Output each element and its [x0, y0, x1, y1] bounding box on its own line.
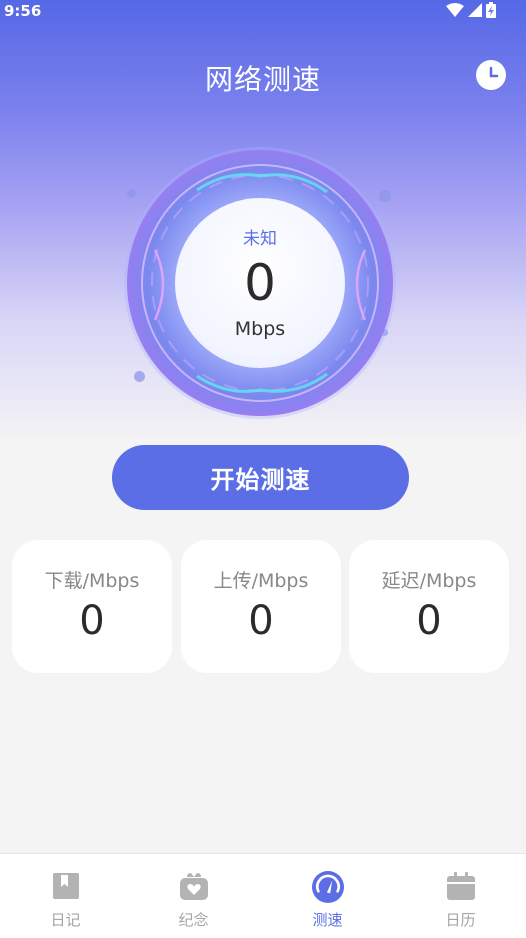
- download-stat-card: 下载/Mbps 0: [12, 540, 172, 673]
- status-time: 9:56: [4, 2, 42, 20]
- speed-unit: Mbps: [234, 318, 286, 340]
- battery-icon: [486, 2, 496, 18]
- stat-label: 上传/Mbps: [213, 570, 309, 592]
- stat-value: 0: [248, 598, 274, 644]
- clock-icon: [489, 66, 499, 78]
- stat-value: 0: [416, 598, 442, 644]
- stat-label: 延迟/Mbps: [381, 570, 477, 592]
- calendar-icon: [446, 872, 475, 900]
- stat-value: 0: [79, 598, 105, 644]
- upload-stat-card: 上传/Mbps 0: [181, 540, 341, 673]
- speed-meter-center: 未知 0 Mbps: [175, 198, 345, 368]
- speed-value: 0: [244, 254, 276, 312]
- gift-heart-icon: [179, 873, 208, 900]
- tab-speed-test[interactable]: 测速: [262, 854, 393, 938]
- tab-label: 测速: [312, 911, 343, 929]
- start-test-button[interactable]: 开始测速: [112, 445, 409, 510]
- status-bar: 9:56: [0, 0, 526, 22]
- wifi-icon: [446, 3, 464, 17]
- tab-label: 日记: [50, 911, 81, 929]
- latency-stat-card: 延迟/Mbps 0: [349, 540, 509, 673]
- tab-calendar[interactable]: 日历: [395, 854, 526, 938]
- tab-label: 纪念: [178, 911, 209, 929]
- speedometer-icon: [311, 871, 344, 903]
- page-title: 网络测速: [204, 63, 321, 96]
- bookmark-book-icon: [52, 873, 79, 899]
- tab-label: 日历: [445, 911, 476, 929]
- connection-status: 未知: [243, 229, 277, 249]
- tab-diary[interactable]: 日记: [0, 854, 131, 938]
- history-button[interactable]: [476, 60, 506, 90]
- speed-meter: 未知 0 Mbps: [127, 150, 393, 416]
- tab-anniversary[interactable]: 纪念: [128, 854, 259, 938]
- signal-icon: [468, 3, 482, 17]
- stat-label: 下载/Mbps: [44, 570, 140, 592]
- bottom-tab-bar: 日记 纪念 测速 日历: [0, 853, 526, 938]
- status-icons: [446, 2, 496, 18]
